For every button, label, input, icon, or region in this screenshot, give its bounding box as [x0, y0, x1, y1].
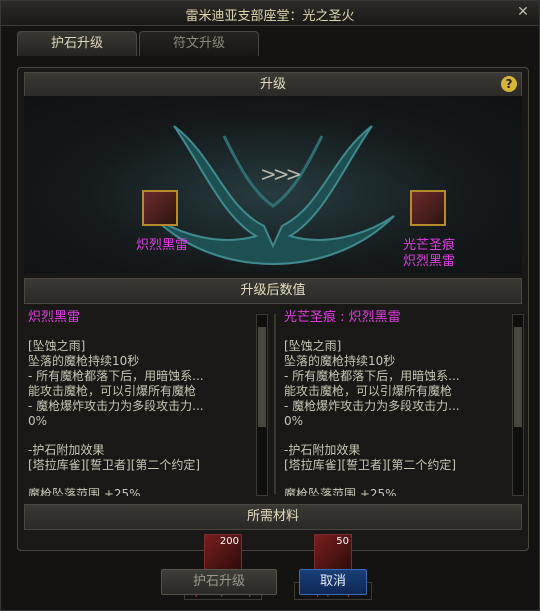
result-talisman-icon[interactable] [410, 190, 446, 226]
upgraded-line: 能攻击魔枪，可以引爆所有魔枪 [284, 384, 453, 398]
upgraded-effect-line: [塔拉库雀][誓卫者][第二个约定] [284, 458, 457, 472]
tab-rune-upgrade[interactable]: 符文升级 [139, 31, 259, 56]
current-item-name: 炽烈黑雷 [28, 310, 81, 325]
current-bonus: 魔枪坠落范围 +25% [28, 487, 141, 496]
material-slot[interactable]: 200 [204, 534, 242, 572]
upgrade-header-label: 升级 [259, 77, 286, 92]
scroll-thumb[interactable] [258, 327, 266, 427]
tab-talisman-upgrade[interactable]: 护石升级 [17, 31, 137, 56]
current-line: 0% [28, 414, 48, 428]
arrow-icon: >>> [260, 162, 302, 186]
material-badge: 50 [336, 536, 349, 547]
cancel-button[interactable]: 取消 [299, 569, 367, 595]
title-bar[interactable]: 雷米迪亚支部座堂：光之圣火 ✕ [1, 1, 539, 26]
upgraded-stats: 光芒圣痕 : 炽烈黑雷 [坠蚀之雨] 坠落的魔枪持续10秒 - 所有魔枪都落下后… [284, 306, 519, 496]
current-effect-line: [塔拉库雀][誓卫者][第二个约定] [28, 458, 201, 472]
upgraded-bonus: 魔枪坠落范围 +25% [284, 487, 397, 496]
material-badge: 200 [219, 536, 239, 547]
upgrade-header: 升级 ? [24, 72, 522, 98]
upgraded-item-name: 光芒圣痕 : 炽烈黑雷 [284, 310, 401, 325]
upgraded-effect-title: -护石附加效果 [284, 443, 361, 457]
current-line: 坠落的魔枪持续10秒 [28, 354, 140, 368]
current-effect-title: -护石附加效果 [28, 443, 105, 457]
source-talisman-icon[interactable] [142, 190, 178, 226]
current-scrollbar[interactable] [256, 314, 268, 496]
result-item-name-line2: 炽烈黑雷 [402, 254, 455, 269]
close-icon[interactable]: ✕ [515, 4, 531, 20]
column-divider [274, 314, 276, 494]
result-item-name-line1: 光芒圣痕 [402, 238, 455, 253]
upgraded-line: 0% [284, 414, 304, 428]
help-icon[interactable]: ? [501, 76, 517, 92]
upgrade-button[interactable]: 护石升级 [161, 569, 277, 595]
window-title: 雷米迪亚支部座堂：光之圣火 [185, 9, 355, 24]
source-item-name: 炽烈黑雷 [135, 238, 188, 253]
upgrade-art: 炽烈黑雷 >>> 光芒圣痕 炽烈黑雷 [24, 96, 522, 274]
current-line: 能攻击魔枪，可以引爆所有魔枪 [28, 384, 197, 398]
scroll-thumb[interactable] [514, 327, 522, 427]
materials-header: 所需材料 [24, 504, 522, 530]
material-slot[interactable]: 50 [314, 534, 352, 572]
current-line: - 魔枪爆炸攻击力为多段攻击力... [28, 399, 204, 413]
result-item-name: 光芒圣痕 炽烈黑雷 [384, 238, 474, 270]
upgraded-scrollbar[interactable] [512, 314, 524, 496]
upgraded-line: 坠落的魔枪持续10秒 [284, 354, 396, 368]
current-stats: 炽烈黑雷 [坠蚀之雨] 坠落的魔枪持续10秒 - 所有魔枪都落下后，用暗蚀系..… [28, 306, 263, 496]
current-line: [坠蚀之雨] [28, 339, 86, 353]
main-panel: 升级 ? 炽烈黑雷 >>> 光芒圣痕 炽烈黑雷 升级后数值 炽烈黑雷 [坠蚀之雨… [17, 67, 529, 600]
upgraded-line: - 所有魔枪都落下后，用暗蚀系... [284, 369, 460, 383]
current-line: - 所有魔枪都落下后，用暗蚀系... [28, 369, 204, 383]
upgraded-line: - 魔枪爆炸攻击力为多段攻击力... [284, 399, 460, 413]
upgrade-window: 雷米迪亚支部座堂：光之圣火 ✕ 护石升级 符文升级 升级 ? 炽烈黑雷 >>> … [0, 0, 540, 611]
upgraded-line: [坠蚀之雨] [284, 339, 342, 353]
after-header: 升级后数值 [24, 278, 522, 304]
